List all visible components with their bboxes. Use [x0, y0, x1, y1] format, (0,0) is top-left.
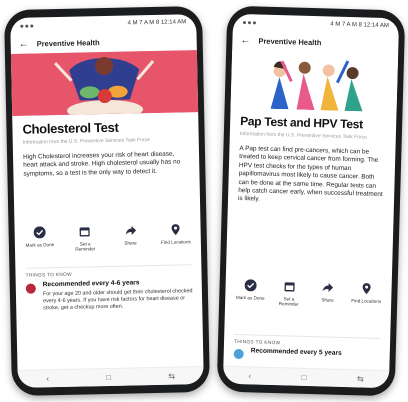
recommendation-card: Recommended every 4-6 years For your age…	[25, 278, 195, 313]
content: Cholesterol Test Information from the U.…	[12, 112, 199, 179]
action-label: Set a Reminder	[75, 241, 96, 252]
nav-home-icon[interactable]: □	[106, 373, 111, 382]
phone-right: 4 M 7 A M 8 12:14 AM ← Preventive Health	[216, 5, 406, 397]
mark-done-button[interactable]: Mark as Done	[235, 278, 266, 306]
share-icon	[321, 280, 335, 294]
action-label: Mark as Done	[25, 242, 55, 248]
action-row: Mark as Done Set a Reminder Share Find L…	[15, 222, 202, 253]
page-title: Cholesterol Test	[22, 119, 119, 137]
description: A Pap test can find pre-cancers, which c…	[237, 144, 383, 204]
page-subtitle: Information from the U.S. Preventive Ser…	[22, 137, 150, 146]
nav-recent-icon[interactable]: ⇆	[357, 374, 364, 383]
description: High Cholesterol increases your risk of …	[22, 150, 181, 178]
find-locations-button[interactable]: Find Locations	[160, 222, 191, 250]
back-arrow-icon[interactable]: ←	[240, 34, 250, 45]
action-label: Find Locations	[160, 239, 191, 245]
check-circle-icon	[32, 225, 46, 239]
recommendation-card: Recommended every 5 years	[233, 347, 382, 363]
recommendation-dot-icon	[25, 283, 36, 294]
notification-icons	[20, 24, 34, 28]
find-locations-button[interactable]: Find Locations	[351, 281, 382, 309]
screen: 4 M 7 A M 8 12:14 AM ← Preventive Health	[222, 13, 400, 389]
location-pin-icon	[168, 222, 182, 236]
recommendation-title: Recommended every 4-6 years	[42, 279, 140, 289]
section-header: THINGS TO KNOW	[25, 264, 192, 279]
action-label: Find Locations	[351, 298, 382, 304]
action-label: Set a Reminder	[278, 296, 299, 307]
app-title: Preventive Health	[258, 35, 322, 47]
action-row: Mark as Done Set a Reminder Share Find L…	[225, 278, 392, 310]
nav-recent-icon[interactable]: ⇆	[168, 372, 175, 381]
set-reminder-button[interactable]: Set a Reminder	[70, 224, 101, 252]
recommendation-dot-icon	[233, 348, 244, 360]
people-illustration	[230, 49, 399, 113]
page-subtitle: Information from the U.S. Preventive Ser…	[239, 130, 368, 141]
hero-illustration	[10, 50, 199, 116]
action-label: Share	[124, 240, 137, 246]
location-pin-icon	[359, 281, 373, 295]
screen: 4 M 7 A M 8 12:14 AM ← Preventive Health…	[10, 14, 204, 388]
nav-back-icon[interactable]: ‹	[46, 374, 49, 383]
share-icon	[123, 223, 137, 237]
recommendation-body: For your age 20 and older should get the…	[42, 288, 193, 312]
nav-back-icon[interactable]: ‹	[248, 371, 251, 380]
share-button[interactable]: Share	[115, 223, 146, 251]
set-reminder-button[interactable]: Set a Reminder	[274, 279, 305, 307]
action-label: Mark as Done	[235, 294, 265, 301]
food-illustration	[10, 50, 199, 116]
calendar-icon	[78, 224, 92, 238]
share-button[interactable]: Share	[312, 280, 343, 308]
page-title: Pap Test and HPV Test	[240, 113, 363, 132]
calendar-icon	[282, 279, 296, 293]
status-time: 4 M 7 A M 8 12:14 AM	[330, 21, 389, 30]
back-arrow-icon[interactable]: ←	[19, 38, 29, 49]
notification-icons	[242, 20, 257, 24]
check-circle-icon	[243, 278, 257, 292]
nav-home-icon[interactable]: □	[302, 373, 307, 382]
system-nav-bar: ‹ □ ⇆	[17, 366, 204, 388]
status-time: 4 M 7 A M 8 12:14 AM	[127, 19, 187, 27]
system-nav-bar: ‹ □ ⇆	[222, 365, 390, 389]
hero-illustration	[230, 49, 399, 113]
mark-done-button[interactable]: Mark as Done	[24, 225, 55, 253]
action-label: Share	[321, 297, 334, 303]
app-title: Preventive Health	[36, 37, 100, 48]
phone-left: 4 M 7 A M 8 12:14 AM ← Preventive Health…	[3, 5, 211, 397]
recommendation-title: Recommended every 5 years	[250, 347, 342, 357]
content: Pap Test and HPV Test Information from t…	[228, 108, 397, 208]
